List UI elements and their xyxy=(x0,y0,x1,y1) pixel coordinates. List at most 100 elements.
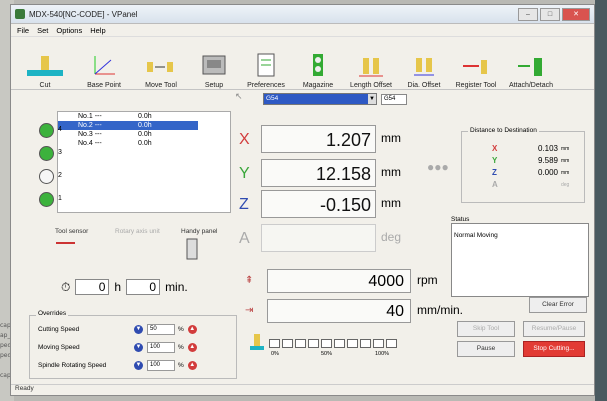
status-text: Normal Moving xyxy=(454,232,498,239)
slot-indicator[interactable]: 1 xyxy=(39,192,62,207)
toolbar: Cut Base Point Move Tool Setup Preferenc… xyxy=(11,37,594,90)
distance-to-destination: Distance to Destination X 0.103 mm Y 9.589 m… xyxy=(461,127,585,203)
progress-cell xyxy=(360,339,371,348)
progress-cell xyxy=(295,339,306,348)
progress-cell xyxy=(347,339,358,348)
progress-bar xyxy=(269,339,397,348)
rotary-axis-label: Rotary axis unit xyxy=(115,228,160,235)
tool-row-selected[interactable]: No.2 --- 0.0h xyxy=(58,121,198,130)
increase-moving-speed-button[interactable]: ▲ xyxy=(187,343,197,352)
skip-tool-button[interactable]: Skip Tool xyxy=(457,321,515,337)
spindle-speed-display: 4000 xyxy=(267,269,411,293)
preferences-icon xyxy=(257,53,275,77)
increase-spindle-speed-button[interactable]: ▲ xyxy=(187,361,197,370)
preferences-button[interactable]: Preferences xyxy=(239,41,293,89)
spindle-speed-value[interactable]: 100 xyxy=(147,360,175,371)
menu-bar: File Set Options Help xyxy=(11,24,594,37)
progress-icon xyxy=(250,334,264,350)
coordinate-system-display: G54 xyxy=(381,94,407,105)
overrides-group: Overrides Cutting Speed ▼ 50 % ▲ Moving … xyxy=(29,310,237,379)
cut-icon xyxy=(27,56,63,76)
clear-error-button[interactable]: Clear Error xyxy=(529,297,587,313)
stopwatch-icon: ⏱ xyxy=(61,279,71,294)
tool-list: No.1 --- 0.0h No.2 --- 0.0h No.3 --- 0.0h N… xyxy=(57,111,231,213)
moving-speed-value[interactable]: 100 xyxy=(147,342,175,353)
minutes-field: 0 xyxy=(126,279,161,295)
progress-cell xyxy=(321,339,332,348)
menu-options[interactable]: Options xyxy=(56,26,82,35)
coordinate-system-select[interactable]: G54 ▼ xyxy=(263,93,377,105)
length-offset-button[interactable]: Length Offset xyxy=(343,41,399,89)
dia-offset-button[interactable]: Dia. Offset xyxy=(399,41,449,89)
progress-cell xyxy=(386,339,397,348)
base-point-button[interactable]: Base Point xyxy=(75,41,133,89)
resume-button[interactable]: Resume/Pause xyxy=(523,321,585,337)
spindle-icon: ⇞ xyxy=(245,275,254,286)
decrease-moving-speed-button[interactable]: ▼ xyxy=(134,343,143,352)
axis-a-label: A xyxy=(239,230,250,247)
tool-sensor-icon xyxy=(56,242,75,244)
pause-button[interactable]: Pause xyxy=(457,341,515,357)
register-tool-button[interactable]: Register Tool xyxy=(449,41,503,89)
cutting-time: ⏱ 0 h 0 min. xyxy=(61,279,188,295)
register-tool-icon xyxy=(463,60,487,74)
progress-cell xyxy=(334,339,345,348)
attach-detach-icon xyxy=(518,58,542,76)
progress-cell xyxy=(269,339,280,348)
move-tool-button[interactable]: Move Tool xyxy=(133,41,189,89)
progress-cell xyxy=(282,339,293,348)
close-button[interactable]: ✕ xyxy=(562,7,590,21)
minimize-button[interactable]: – xyxy=(518,7,538,21)
magazine-icon xyxy=(313,54,323,76)
coord-icon: ↖ xyxy=(235,91,243,101)
progress-cell xyxy=(373,339,384,348)
attach-detach-button[interactable]: Attach/Detach xyxy=(503,41,559,89)
status-bar: Ready xyxy=(11,384,594,395)
desktop-edge-right xyxy=(595,0,607,401)
dia-offset-icon xyxy=(414,58,434,76)
decrease-cutting-speed-button[interactable]: ▼ xyxy=(134,325,143,334)
stop-cutting-button[interactable]: Stop Cutting... xyxy=(523,341,585,357)
axis-z-value: -0.150 xyxy=(261,190,376,218)
base-point-icon xyxy=(94,56,115,75)
menu-help[interactable]: Help xyxy=(90,26,105,35)
tool-row[interactable]: No.3 --- 0.0h xyxy=(58,130,230,139)
length-offset-icon xyxy=(359,58,383,77)
slot-indicator[interactable]: 4 xyxy=(39,123,62,138)
decrease-spindle-speed-button[interactable]: ▼ xyxy=(134,361,143,370)
cut-button[interactable]: Cut xyxy=(15,41,75,89)
feed-rate-display: 40 xyxy=(267,299,411,323)
axis-y-value: 12.158 xyxy=(261,159,376,187)
axis-z-label: Z xyxy=(239,196,249,213)
magazine-slots: 4 3 2 1 xyxy=(39,123,62,215)
tool-row[interactable]: No.4 --- 0.0h xyxy=(58,139,230,148)
status-box: Normal Moving xyxy=(451,223,589,297)
menu-file[interactable]: File xyxy=(17,26,29,35)
handy-panel-icon xyxy=(186,238,198,260)
magazine-button[interactable]: Magazine xyxy=(293,41,343,89)
hours-field: 0 xyxy=(75,279,110,295)
progress-cell xyxy=(308,339,319,348)
tool-row[interactable]: No.1 --- 0.0h xyxy=(58,112,230,121)
chevron-down-icon: ▼ xyxy=(368,94,376,104)
maximize-button[interactable]: □ xyxy=(540,7,560,21)
menu-set[interactable]: Set xyxy=(37,26,48,35)
axis-a-value xyxy=(261,224,376,252)
setup-button[interactable]: Setup xyxy=(189,41,239,89)
axis-x-label: X xyxy=(239,131,250,148)
setup-icon xyxy=(202,55,226,75)
status-label: Status xyxy=(451,216,470,223)
increase-cutting-speed-button[interactable]: ▲ xyxy=(187,325,197,334)
axis-x-value: 1.207 xyxy=(261,125,376,153)
link-dots-icon: ●●● xyxy=(427,160,449,174)
slot-indicator[interactable]: 3 xyxy=(39,146,62,161)
vpanel-window: MDX-540[NC-CODE] - VPanel – □ ✕ File Set… xyxy=(10,4,595,396)
feed-rate-icon: ⇥ xyxy=(245,305,254,316)
window-title: MDX-540[NC-CODE] - VPanel xyxy=(29,9,138,19)
slot-indicator[interactable]: 2 xyxy=(39,169,62,184)
axis-y-label: Y xyxy=(239,165,250,182)
title-bar: MDX-540[NC-CODE] - VPanel – □ ✕ xyxy=(11,5,594,24)
app-icon xyxy=(15,9,25,19)
cutting-speed-value[interactable]: 50 xyxy=(147,324,175,335)
handy-panel-label: Handy panel xyxy=(181,228,218,235)
